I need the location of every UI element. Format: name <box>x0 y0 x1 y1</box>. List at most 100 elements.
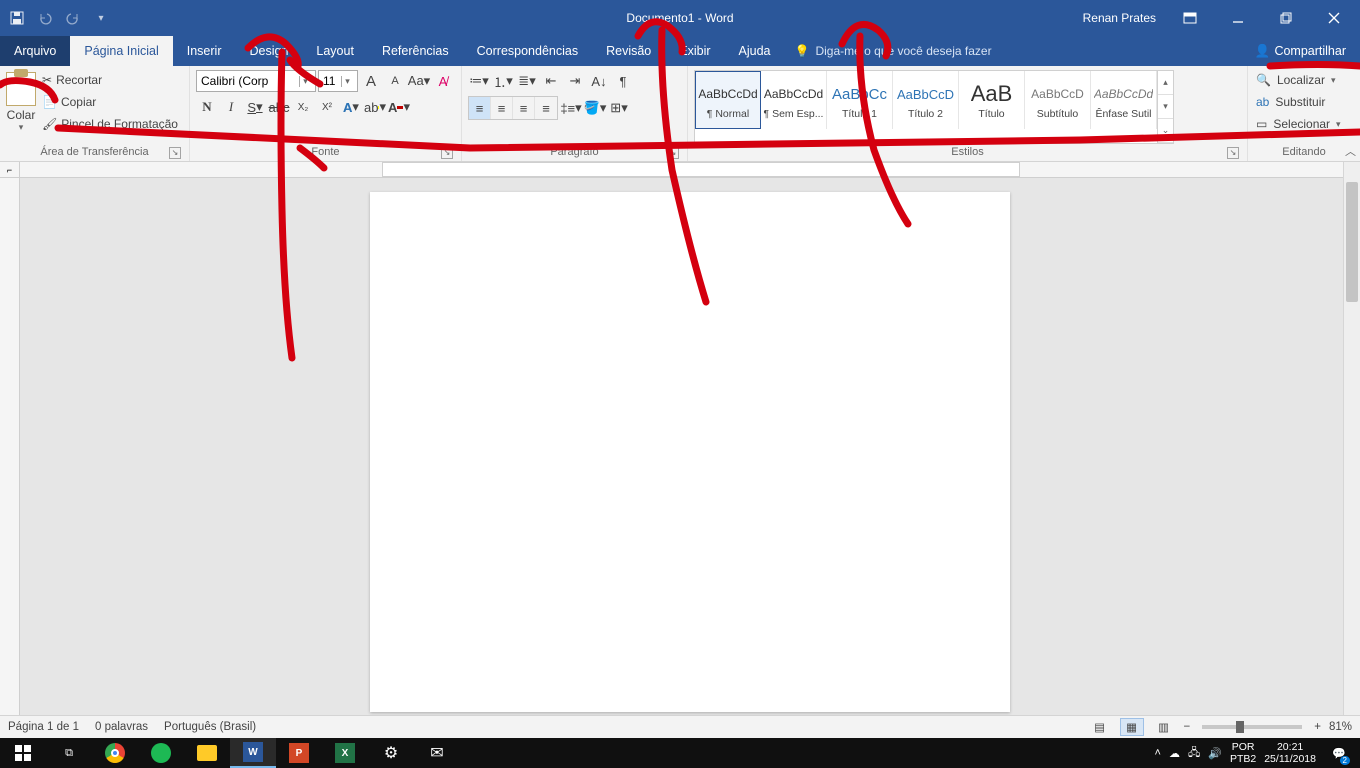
show-marks-button[interactable]: ¶ <box>612 70 634 92</box>
decrease-indent-button[interactable]: ⇤ <box>540 70 562 92</box>
web-layout-button[interactable]: ▥ <box>1152 718 1176 736</box>
close-button[interactable] <box>1312 4 1356 32</box>
zoom-in-button[interactable]: + <box>1314 721 1321 733</box>
horizontal-ruler[interactable] <box>20 162 1360 178</box>
multilevel-button[interactable]: ≣▾ <box>516 70 538 92</box>
undo-icon[interactable] <box>34 7 56 29</box>
action-center-button[interactable]: 💬2 <box>1324 738 1354 768</box>
clear-formatting-button[interactable]: A̸ <box>432 70 454 92</box>
style-box[interactable]: AaBbCcDTítulo 2 <box>893 71 959 129</box>
read-mode-button[interactable]: ▤ <box>1088 718 1112 736</box>
cut-button[interactable]: ✂Recortar <box>42 70 178 90</box>
style-box[interactable]: AaBbCcDd¶ Sem Esp... <box>761 71 827 129</box>
shrink-font-button[interactable]: A <box>384 70 406 92</box>
ribbon-display-icon[interactable] <box>1168 4 1212 32</box>
styles-launcher-icon[interactable]: ↘ <box>1227 147 1239 159</box>
zoom-level[interactable]: 81% <box>1329 721 1352 733</box>
excel-taskbar-icon[interactable]: X <box>322 738 368 768</box>
minimize-button[interactable] <box>1216 4 1260 32</box>
font-color-button[interactable]: A▾ <box>388 96 410 118</box>
chrome-taskbar-icon[interactable] <box>92 738 138 768</box>
tab-help[interactable]: Ajuda <box>725 36 785 66</box>
font-name-combo[interactable]: Calibri (Corp▾ <box>196 70 316 92</box>
strikethrough-button[interactable]: abc <box>268 96 290 118</box>
sort-button[interactable]: A↓ <box>588 70 610 92</box>
tab-insert[interactable]: Inserir <box>173 36 236 66</box>
explorer-taskbar-icon[interactable] <box>184 738 230 768</box>
align-left-button[interactable]: ≡ <box>469 97 491 119</box>
onedrive-icon[interactable]: ☁ <box>1169 747 1180 760</box>
tab-file[interactable]: Arquivo <box>0 36 70 66</box>
vertical-ruler[interactable] <box>0 178 20 715</box>
tab-design[interactable]: Design <box>235 36 302 66</box>
redo-icon[interactable] <box>62 7 84 29</box>
superscript-button[interactable]: X² <box>316 96 338 118</box>
tell-me-search[interactable]: 💡 Diga-me o que você deseja fazer <box>795 36 992 66</box>
borders-button[interactable]: ⊞▾ <box>608 97 630 119</box>
paste-button[interactable]: Colar ▾ <box>6 70 36 134</box>
volume-icon[interactable]: 🔊 <box>1208 747 1222 760</box>
numbering-button[interactable]: ⒈▾ <box>492 70 514 92</box>
zoom-slider[interactable] <box>1202 725 1302 729</box>
bullets-button[interactable]: ≔▾ <box>468 70 490 92</box>
increase-indent-button[interactable]: ⇥ <box>564 70 586 92</box>
zoom-thumb[interactable] <box>1236 721 1244 733</box>
replace-button[interactable]: abSubstituir <box>1254 92 1354 112</box>
italic-button[interactable]: I <box>220 96 242 118</box>
qat-customize-icon[interactable]: ▾ <box>90 7 112 29</box>
line-spacing-button[interactable]: ‡≡▾ <box>560 97 582 119</box>
bold-button[interactable]: N <box>196 96 218 118</box>
underline-button[interactable]: S▾ <box>244 96 266 118</box>
grow-font-button[interactable]: A <box>360 70 382 92</box>
tab-layout[interactable]: Layout <box>302 36 368 66</box>
align-center-button[interactable]: ≡ <box>491 97 513 119</box>
mail-taskbar-icon[interactable]: ✉ <box>414 738 460 768</box>
maximize-button[interactable] <box>1264 4 1308 32</box>
language-status[interactable]: Português (Brasil) <box>164 721 256 733</box>
page-status[interactable]: Página 1 de 1 <box>8 721 79 733</box>
collapse-ribbon-icon[interactable]: ︿ <box>1345 143 1356 159</box>
shading-button[interactable]: 🪣▾ <box>584 97 606 119</box>
tray-chevron-icon[interactable]: ˄ <box>1155 747 1161 759</box>
tab-references[interactable]: Referências <box>368 36 463 66</box>
select-button[interactable]: ▭Selecionar▾ <box>1254 114 1354 134</box>
style-box[interactable]: AaBbCcDd¶ Normal <box>695 71 761 129</box>
change-case-button[interactable]: Aa▾ <box>408 70 430 92</box>
word-taskbar-icon[interactable]: W <box>230 738 276 768</box>
settings-taskbar-icon[interactable]: ⚙ <box>368 738 414 768</box>
save-icon[interactable] <box>6 7 28 29</box>
tab-view[interactable]: Exibir <box>665 36 724 66</box>
page-canvas[interactable] <box>370 192 1010 712</box>
zoom-out-button[interactable]: − <box>1184 721 1191 733</box>
align-right-button[interactable]: ≡ <box>513 97 535 119</box>
text-effects-button[interactable]: A▾ <box>340 96 362 118</box>
tab-home[interactable]: Página Inicial <box>70 36 172 66</box>
clipboard-launcher-icon[interactable]: ↘ <box>169 147 181 159</box>
word-count[interactable]: 0 palavras <box>95 721 148 733</box>
style-box[interactable]: AaBbCcDSubtítulo <box>1025 71 1091 129</box>
powerpoint-taskbar-icon[interactable]: P <box>276 738 322 768</box>
style-box[interactable]: AaBTítulo <box>959 71 1025 129</box>
tab-review[interactable]: Revisão <box>592 36 665 66</box>
spotify-taskbar-icon[interactable] <box>138 738 184 768</box>
highlight-button[interactable]: ab▾ <box>364 96 386 118</box>
share-button[interactable]: 👤 Compartilhar <box>1241 36 1360 66</box>
format-painter-button[interactable]: 🖌Pincel de Formatação <box>42 114 178 134</box>
copy-button[interactable]: 📄Copiar <box>42 92 178 112</box>
taskbar-clock[interactable]: 20:2125/11/2018 <box>1264 741 1316 765</box>
font-size-combo[interactable]: 11▾ <box>318 70 358 92</box>
tab-selector-icon[interactable]: ⌐ <box>0 162 20 178</box>
find-button[interactable]: 🔍Localizar▾ <box>1254 70 1354 90</box>
task-view-button[interactable]: ⧉ <box>46 738 92 768</box>
styles-gallery[interactable]: AaBbCcDd¶ NormalAaBbCcDd¶ Sem Esp...AaBb… <box>694 70 1174 144</box>
font-launcher-icon[interactable]: ↘ <box>441 147 453 159</box>
style-box[interactable]: AaBbCcDdÊnfase Sutil <box>1091 71 1157 129</box>
vertical-scrollbar[interactable] <box>1343 162 1360 715</box>
input-language[interactable]: PORPTB2 <box>1230 741 1256 765</box>
align-justify-button[interactable]: ≡ <box>535 97 557 119</box>
user-name[interactable]: Renan Prates <box>1083 11 1156 25</box>
scrollbar-thumb[interactable] <box>1346 182 1358 302</box>
style-box[interactable]: AaBbCcTítulo 1 <box>827 71 893 129</box>
tab-mailings[interactable]: Correspondências <box>463 36 592 66</box>
network-icon[interactable]: 🖧 <box>1188 744 1200 763</box>
